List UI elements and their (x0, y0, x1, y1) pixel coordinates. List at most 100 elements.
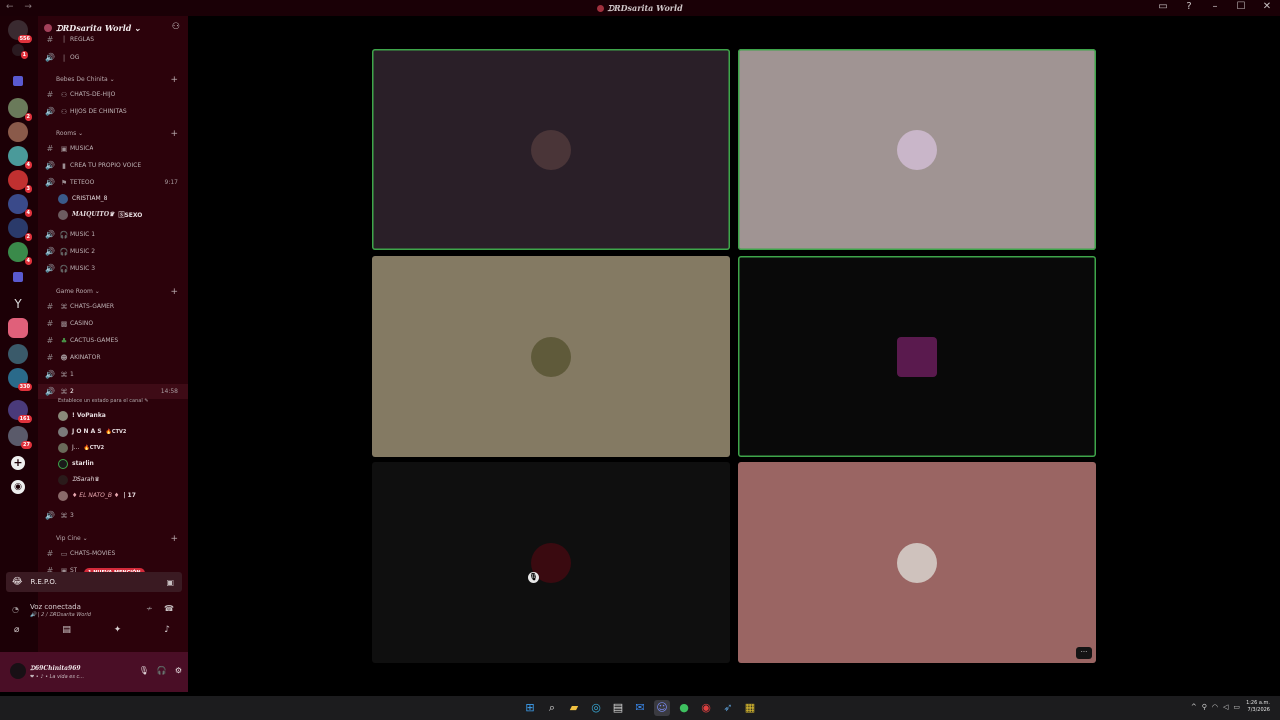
voice-user[interactable]: starlin (58, 456, 94, 471)
channel-music1[interactable]: 🔊 🎧 MUSIC 1 (38, 227, 188, 242)
server-icon[interactable] (8, 344, 28, 364)
battery-icon[interactable]: ▭ (1233, 703, 1240, 711)
opera-icon[interactable]: ◉ (698, 700, 714, 716)
channel-musica[interactable]: # ▣ MUSICA (38, 141, 188, 156)
channel-crea-voice[interactable]: 🔊 ▮ CREA TU PROPIO VOICE (38, 158, 188, 173)
channel-og[interactable]: 🔊 | OG (38, 50, 188, 65)
headphones-icon[interactable]: 🎧 (157, 666, 167, 675)
game-app-icon[interactable]: ▦ (742, 700, 758, 716)
nav-arrows[interactable]: ← → (6, 2, 36, 12)
close-button[interactable]: ✕ (1260, 1, 1274, 12)
inbox-icon[interactable]: ▭ (1156, 1, 1170, 12)
channel-music3[interactable]: 🔊 🎧 MUSIC 3 (38, 261, 188, 276)
voice-user[interactable]: CRISTIAM_8 (58, 191, 107, 206)
category-bebes[interactable]: Bebes De Chinita ⌄ + (38, 72, 188, 87)
voice-user[interactable]: ♦ EL NATO_B ♦ | 17 (58, 488, 136, 503)
channel-music2[interactable]: 🔊 🎧 MUSIC 2 (38, 244, 188, 259)
channel-3[interactable]: 🔊 ⌘ 3 (38, 508, 188, 523)
server-icon[interactable] (8, 318, 28, 338)
avatar[interactable] (10, 663, 26, 679)
server-icon[interactable]: 330 (8, 368, 32, 391)
volume-icon[interactable]: ◁ (1223, 703, 1228, 711)
signal-icon[interactable]: ◔ (12, 605, 19, 614)
edge-icon[interactable]: ◎ (588, 700, 604, 716)
voice-user[interactable]: J O N A S 🔥CTV2 (58, 424, 126, 439)
help-icon[interactable]: ? (1182, 1, 1196, 12)
noise-suppression-icon[interactable]: ≁ (146, 604, 153, 613)
usb-icon[interactable]: ⚲ (1202, 703, 1207, 711)
chevron-up-icon[interactable]: ^ (1191, 703, 1197, 711)
steam-icon[interactable]: ➶ (720, 700, 736, 716)
voice-user[interactable]: ! VoPanka (58, 408, 106, 423)
channel-casino[interactable]: # ▩ CASINO (38, 316, 188, 331)
folder-icon[interactable] (13, 76, 23, 86)
channel-chats-gamer[interactable]: # ⌘ CHATS-GAMER (38, 299, 188, 314)
add-server-icon[interactable]: + (11, 456, 25, 470)
username[interactable]: ᗪ69Chinita969 (30, 665, 81, 673)
channel-akinator[interactable]: # ☻ AKINATOR (38, 350, 188, 365)
channel-tereoo[interactable]: 🔊 ⚑ TETEOO 9:17 (38, 175, 188, 190)
voice-user[interactable]: J... 🔥CTV2 (58, 440, 104, 455)
add-channel-icon[interactable]: + (170, 534, 178, 544)
participant-tile[interactable] (738, 49, 1096, 250)
discover-icon[interactable]: ◉ (11, 480, 25, 494)
start-icon[interactable]: ⊞ (522, 700, 538, 716)
server-icon[interactable]: 161 (8, 400, 32, 423)
server-icon[interactable]: 3 (8, 170, 32, 193)
category-rooms[interactable]: Rooms ⌄ + (38, 126, 188, 141)
server-icon[interactable] (8, 122, 28, 142)
server-icon-small[interactable]: 1 (12, 44, 28, 59)
channel-reglas[interactable]: # | REGLAS (38, 34, 188, 44)
add-channel-icon[interactable]: + (170, 129, 178, 139)
maximize-button[interactable]: ☐ (1234, 1, 1248, 12)
participant-tile[interactable] (372, 256, 730, 457)
soundboard-icon[interactable]: ♪ (164, 625, 170, 635)
store-icon[interactable]: ▤ (610, 700, 626, 716)
camera-off-icon[interactable]: ⌀ (14, 625, 19, 635)
channel-chats-de-hijo[interactable]: # ⚇ CHATS-DE-HIJO (38, 87, 188, 102)
server-icon[interactable]: 4 (8, 194, 32, 217)
system-clock[interactable]: 1:26 a.m. 7/3/2026 (1246, 700, 1270, 714)
participant-tile[interactable] (738, 256, 1096, 457)
voice-status[interactable]: Voz conectada (30, 603, 81, 611)
discord-icon[interactable]: ☺ (654, 700, 670, 716)
server-icon[interactable]: 2 (8, 218, 32, 241)
folder-icon[interactable] (13, 272, 23, 282)
channel-1[interactable]: 🔊 ⌘ 1 (38, 367, 188, 382)
category-game-room[interactable]: Game Room ⌄ + (38, 284, 188, 299)
server-icon[interactable]: 2 (8, 98, 32, 121)
channel-chats-movies[interactable]: # ▭ CHATS-MOVIES (38, 546, 188, 561)
server-icon[interactable]: 27 (8, 426, 32, 449)
channel-2[interactable]: 🔊 ⌘ 2 14:58 (38, 384, 188, 399)
voice-user[interactable]: MAIQUITO♛ 🅂SEXO (58, 207, 142, 222)
channel-status-prompt[interactable]: Establece un estado para el canal ✎ (58, 398, 149, 404)
channel-cactus[interactable]: # ♣ CACTUS-GAMES (38, 333, 188, 348)
participant-tile[interactable]: 🎙 (372, 462, 730, 663)
minimize-button[interactable]: – (1208, 1, 1222, 12)
add-friend-icon[interactable]: ⚇ (172, 22, 180, 32)
wifi-icon[interactable]: ◠ (1212, 703, 1218, 711)
screen-share-icon[interactable]: ▣ (166, 578, 174, 587)
activity-card[interactable]: 😂 R.E.P.O. ▣ (6, 572, 182, 592)
mic-icon[interactable]: 🎙 (139, 666, 149, 675)
screen-share-icon[interactable]: ▤ (62, 625, 71, 635)
settings-icon[interactable]: ⚙ (175, 666, 182, 675)
add-channel-icon[interactable]: + (170, 287, 178, 297)
add-channel-icon[interactable]: + (170, 75, 178, 85)
search-icon[interactable]: ⌕ (544, 700, 560, 716)
direct-messages-icon[interactable]: 556 (8, 20, 32, 43)
server-icon[interactable]: Y (8, 294, 28, 314)
spotify-icon[interactable]: ● (676, 700, 692, 716)
disconnect-icon[interactable]: ☎ (164, 604, 174, 613)
activities-icon[interactable]: ✦ (114, 625, 122, 635)
server-icon[interactable]: 4 (8, 242, 32, 265)
file-explorer-icon[interactable]: ▰ (566, 700, 582, 716)
channel-hijos-chinitas[interactable]: 🔊 ⚇ HIJOS DE CHINITAS (38, 104, 188, 119)
mail-icon[interactable]: ✉ (632, 700, 648, 716)
server-icon[interactable]: 4 (8, 146, 32, 169)
participant-tile[interactable]: ··· (738, 462, 1096, 663)
participant-tile[interactable] (372, 49, 730, 250)
more-options-button[interactable]: ··· (1076, 647, 1092, 659)
category-vip-cine[interactable]: Vip Cine ⌄ + (38, 531, 188, 546)
voice-user[interactable]: ᗪSarah♛ (58, 472, 100, 487)
